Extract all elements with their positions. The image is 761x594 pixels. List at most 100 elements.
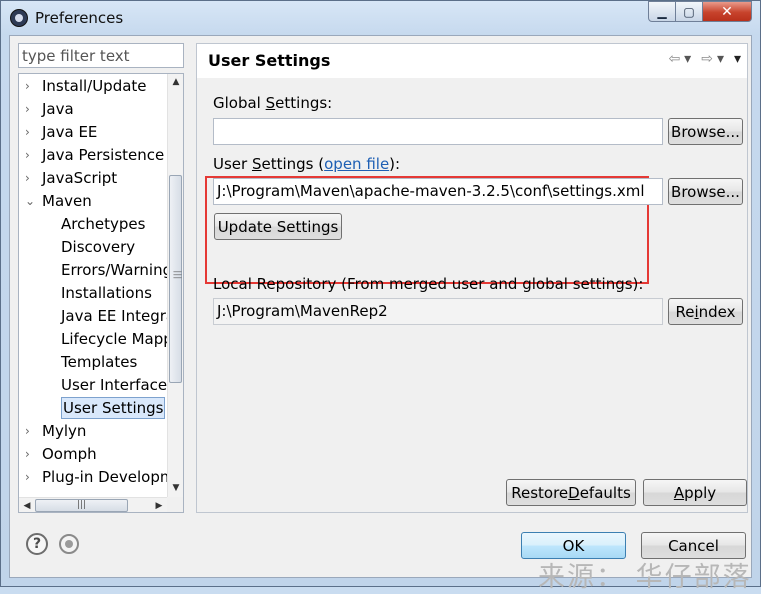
tree-item-label: JavaScript <box>42 169 118 187</box>
page-header: User Settings ⇦ ▾ ⇨ ▾ ▾ <box>197 44 747 78</box>
collapsed-arrow-icon[interactable]: › <box>25 98 39 120</box>
tree-item[interactable]: › Java Persistence <box>19 144 166 166</box>
global-settings-label: Global Settings: <box>213 94 332 112</box>
eclipse-icon <box>10 9 28 27</box>
window-title: Preferences <box>35 9 124 27</box>
tree-item-label: Installations <box>61 284 152 302</box>
tree-item-label: Maven <box>42 192 92 210</box>
close-button[interactable]: ✕ <box>703 1 752 22</box>
tree-item[interactable]: Lifecycle Mappings <box>19 328 183 350</box>
horizontal-scroll-thumb[interactable]: ||| <box>35 499 128 512</box>
tree-item-label: Install/Update <box>42 77 147 95</box>
tree-item-label: Oomph <box>42 445 97 463</box>
page-title: User Settings <box>208 51 331 70</box>
collapsed-arrow-icon[interactable]: › <box>25 466 39 488</box>
preferences-tree: › Install/Update › Java › Java EE › Java Persis… <box>18 73 184 513</box>
global-settings-mnemonic: S <box>265 94 276 112</box>
scroll-left-icon[interactable]: ◀ <box>19 498 35 512</box>
apply-label: pply <box>684 483 717 502</box>
forward-dropdown-icon[interactable]: ▾ <box>717 51 724 67</box>
grip-icon: — — — <box>173 267 182 283</box>
scroll-up-icon[interactable]: ▲ <box>168 74 183 91</box>
local-repository-label: Local Repository (From merged user and g… <box>213 275 644 293</box>
tree-item-label: Java Persistence <box>42 146 165 164</box>
collapsed-arrow-icon[interactable]: › <box>25 167 39 189</box>
tree-item[interactable]: › Mylyn <box>19 420 166 442</box>
back-arrow-icon[interactable]: ⇦ <box>668 51 680 67</box>
vertical-scrollbar[interactable]: ▲ — — — ▼ <box>167 74 183 497</box>
expanded-arrow-icon[interactable]: ⌄ <box>25 190 39 212</box>
scroll-down-icon[interactable]: ▼ <box>168 480 183 497</box>
user-settings-label-end: ): <box>389 155 401 173</box>
filter-input[interactable] <box>18 43 184 68</box>
tree-item[interactable]: › Java EE <box>19 121 166 143</box>
global-settings-field[interactable] <box>213 118 663 145</box>
minimize-button[interactable]: ▁ <box>648 1 676 22</box>
tree-item[interactable]: › Java <box>19 98 166 120</box>
scroll-right-icon[interactable]: ▶ <box>151 498 167 512</box>
vertical-scroll-thumb[interactable]: — — — <box>169 175 182 383</box>
tree-item-label: Plug-in Development <box>42 468 184 486</box>
collapsed-arrow-icon[interactable]: › <box>25 443 39 465</box>
tree-item[interactable]: Java EE Integration <box>19 305 183 327</box>
tree-item-label: Archetypes <box>61 215 146 233</box>
user-browse-button[interactable]: Browse... <box>668 178 743 205</box>
page-body: Global Settings: Browse... User Settings… <box>197 78 747 512</box>
tree-item[interactable]: › Oomph <box>19 443 166 465</box>
tree-item-label: Java EE <box>42 123 98 141</box>
maximize-button[interactable]: ▢ <box>676 1 703 22</box>
restore-label-rest: efaults <box>579 483 631 502</box>
tree-item[interactable]: ⌄ Maven <box>19 190 166 212</box>
record-macro-icon[interactable] <box>59 534 79 554</box>
apply-button[interactable]: Apply <box>643 479 747 506</box>
tree-item[interactable]: › Plug-in Development <box>19 466 183 488</box>
global-settings-label-text: Global <box>213 94 266 112</box>
user-settings-label: User Settings (open file): <box>213 155 400 173</box>
restore-defaults-button[interactable]: Restore Defaults <box>506 479 636 506</box>
view-menu-icon[interactable]: ▾ <box>734 51 741 67</box>
tree-item[interactable]: › Install/Update <box>19 75 166 97</box>
tree-item-label: Discovery <box>61 238 136 256</box>
tree-item-label: Java <box>42 100 74 118</box>
restore-label: Restore <box>511 483 569 502</box>
title-bar[interactable]: Preferences ▁ ▢ ✕ <box>1 1 760 35</box>
tree-item-label: Lifecycle Mappings <box>61 330 183 348</box>
global-browse-button[interactable]: Browse... <box>668 118 743 145</box>
scrollbar-corner <box>167 497 183 512</box>
tree-item[interactable]: User Settings <box>19 397 166 419</box>
collapsed-arrow-icon[interactable]: › <box>25 420 39 442</box>
reindex-button[interactable]: Re i ndex <box>668 298 743 325</box>
dialog-client-area: ›Install/Update›Java›Java EE›Java Persis… <box>9 35 752 578</box>
forward-arrow-icon[interactable]: ⇨ <box>701 51 713 67</box>
tree-item[interactable]: Templates <box>19 351 166 373</box>
horizontal-scrollbar[interactable]: ◀ ||| ▶ <box>19 497 167 512</box>
tree-item[interactable]: Archetypes <box>19 213 166 235</box>
tree-item[interactable]: Errors/Warnings <box>19 259 180 281</box>
user-settings-label-text: User <box>213 155 252 173</box>
collapsed-arrow-icon[interactable]: › <box>25 75 39 97</box>
tree-item-label: Mylyn <box>42 422 87 440</box>
collapsed-arrow-icon[interactable]: › <box>25 121 39 143</box>
maximize-icon: ▢ <box>683 4 695 19</box>
back-dropdown-icon[interactable]: ▾ <box>684 51 691 67</box>
collapsed-arrow-icon[interactable]: › <box>25 144 39 166</box>
preferences-window: Preferences ▁ ▢ ✕ ›Install/Update›Java›J… <box>0 0 761 587</box>
apply-mnemonic: A <box>673 483 685 502</box>
preference-page: User Settings ⇦ ▾ ⇨ ▾ ▾ Global Settings:… <box>196 43 748 513</box>
tree-item-label: User Interface <box>61 376 168 394</box>
reindex-label: Re <box>675 302 695 321</box>
open-file-link[interactable]: open file <box>324 155 389 173</box>
user-settings-field[interactable]: J:\Program\Maven\apache-maven-3.2.5\conf… <box>213 178 663 205</box>
minimize-icon: ▁ <box>657 4 667 19</box>
help-icon[interactable]: ? <box>26 533 48 555</box>
watermark: 来源： 华仔部落 <box>538 562 752 593</box>
tree-item[interactable]: Installations <box>19 282 166 304</box>
tree-item[interactable]: User Interface <box>19 374 168 396</box>
update-settings-button[interactable]: Update Settings <box>214 213 342 240</box>
local-repository-field: J:\Program\MavenRep2 <box>213 298 663 325</box>
tree-item[interactable]: Discovery <box>19 236 166 258</box>
user-settings-label-rest: ettings ( <box>261 155 325 173</box>
tree-item[interactable]: › JavaScript <box>19 167 166 189</box>
page-navigation: ⇦ ▾ ⇨ ▾ ▾ <box>668 51 741 67</box>
caption-buttons: ▁ ▢ ✕ <box>648 1 752 22</box>
